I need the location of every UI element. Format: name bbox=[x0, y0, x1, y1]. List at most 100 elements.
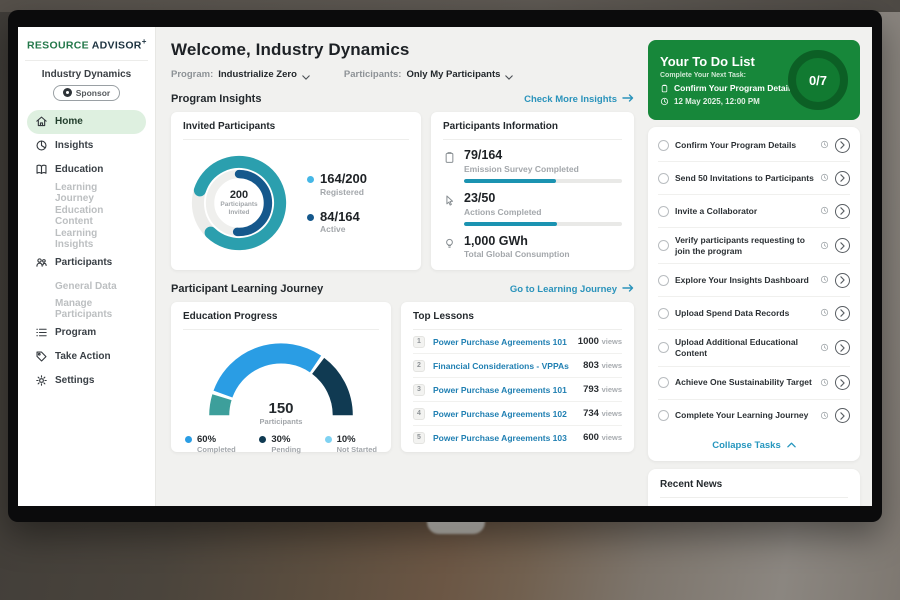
sidebar-item-insights[interactable]: Insights bbox=[27, 134, 146, 158]
sidebar-item-manage-participants[interactable]: Manage Participants bbox=[27, 298, 146, 321]
sidebar-item-program[interactable]: Program bbox=[27, 321, 146, 345]
lesson-rank: 5 bbox=[413, 432, 425, 444]
sidebar-item-education[interactable]: Education bbox=[27, 158, 146, 182]
task-label[interactable]: Upload Additional Educational Content bbox=[675, 337, 814, 358]
task-label[interactable]: Upload Spend Data Records bbox=[675, 308, 814, 319]
sidebar-item-education-content[interactable]: Education Content bbox=[27, 205, 146, 228]
task-go-button[interactable] bbox=[835, 306, 850, 321]
sidebar-item-label: Learning Insights bbox=[55, 228, 138, 250]
legend-pending: 30% Pending bbox=[259, 434, 301, 454]
task-label[interactable]: Confirm Your Program Details bbox=[675, 140, 814, 151]
lesson-views-suffix: views bbox=[602, 361, 622, 370]
program-list-icon bbox=[35, 326, 48, 339]
invited-participants-donut-chart: 200 Participants Invited bbox=[183, 147, 295, 259]
go-to-learning-journey-label: Go to Learning Journey bbox=[510, 284, 617, 295]
task-go-button[interactable] bbox=[835, 204, 850, 219]
lesson-views-suffix: views bbox=[602, 385, 622, 394]
donut-center-value: 200 bbox=[230, 189, 248, 201]
task-go-button[interactable] bbox=[835, 273, 850, 288]
chevron-down-icon bbox=[302, 72, 310, 77]
active-value: 84/164 bbox=[320, 210, 360, 224]
task-checkbox[interactable] bbox=[658, 240, 669, 251]
lesson-link[interactable]: Financial Considerations - VPPAs bbox=[433, 361, 575, 371]
task-go-button[interactable] bbox=[835, 238, 850, 253]
education-book-icon bbox=[35, 163, 48, 176]
top-lessons-card: Top Lessons 1 Power Purchase Agreements … bbox=[401, 302, 634, 452]
task-label[interactable]: Complete Your Learning Journey bbox=[675, 410, 814, 421]
pending-dot-icon bbox=[259, 436, 266, 443]
registered-value: 164/200 bbox=[320, 172, 367, 186]
task-go-button[interactable] bbox=[835, 138, 850, 153]
task-checkbox[interactable] bbox=[658, 275, 669, 286]
sidebar-item-settings[interactable]: Settings bbox=[27, 369, 146, 393]
task-row: Achieve One Sustainability Target bbox=[658, 367, 850, 400]
go-to-learning-journey-link[interactable]: Go to Learning Journey bbox=[510, 284, 634, 295]
lesson-link[interactable]: Power Purchase Agreements 101 bbox=[433, 385, 575, 395]
check-more-insights-link[interactable]: Check More Insights bbox=[524, 94, 634, 105]
task-row: Upload Additional Educational Content bbox=[658, 330, 850, 366]
task-checkbox[interactable] bbox=[658, 308, 669, 319]
registered-label: Registered bbox=[320, 187, 367, 197]
lesson-row: 4 Power Purchase Agreements 102 734 view… bbox=[413, 402, 622, 426]
sidebar-item-general-data[interactable]: General Data bbox=[27, 275, 146, 298]
clock-icon bbox=[820, 339, 829, 357]
task-checkbox[interactable] bbox=[658, 410, 669, 421]
task-go-button[interactable] bbox=[835, 375, 850, 390]
actions-completed-label: Actions Completed bbox=[464, 207, 622, 217]
todo-subtitle: Complete Your Next Task: bbox=[660, 72, 780, 79]
task-label[interactable]: Send 50 Invitations to Participants bbox=[675, 173, 814, 184]
dashboard-screen: RESOURCE ADVISOR+ Industry Dynamics Spon… bbox=[18, 27, 872, 506]
org-name: Industry Dynamics bbox=[27, 69, 146, 80]
registered-dot-icon bbox=[307, 176, 314, 183]
task-go-button[interactable] bbox=[835, 340, 850, 355]
task-checkbox[interactable] bbox=[658, 173, 669, 184]
sidebar-item-home[interactable]: Home bbox=[27, 110, 146, 134]
program-filter-value: Industrialize Zero bbox=[218, 69, 297, 80]
task-checkbox[interactable] bbox=[658, 206, 669, 217]
insights-icon bbox=[35, 139, 48, 152]
task-label[interactable]: Verify participants requesting to join t… bbox=[675, 235, 814, 256]
task-row: Send 50 Invitations to Participants bbox=[658, 162, 850, 195]
lesson-views: 793 bbox=[583, 384, 599, 395]
task-label[interactable]: Achieve One Sustainability Target bbox=[675, 377, 814, 388]
education-progress-card: Education Progress 150 Participants bbox=[171, 302, 391, 452]
program-filter-label: Program: bbox=[171, 69, 213, 80]
todo-due-date: 12 May 2025, 12:00 PM bbox=[674, 97, 760, 106]
sidebar-item-label: Program bbox=[55, 327, 96, 338]
top-lessons-title: Top Lessons bbox=[413, 311, 622, 330]
lesson-link[interactable]: Power Purchase Agreements 103 bbox=[433, 433, 575, 443]
sidebar-item-take-action[interactable]: Take Action bbox=[27, 345, 146, 369]
task-checkbox[interactable] bbox=[658, 140, 669, 151]
sidebar-item-label: Participants bbox=[55, 257, 112, 268]
sidebar-item-learning-journey[interactable]: Learning Journey bbox=[27, 182, 146, 205]
todo-tasks-card: Confirm Your Program Details Send 50 Inv… bbox=[648, 127, 860, 461]
sponsor-badge[interactable]: Sponsor bbox=[53, 85, 120, 101]
task-go-button[interactable] bbox=[835, 408, 850, 423]
actions-completed-value: 23/50 bbox=[464, 192, 622, 206]
task-row: Complete Your Learning Journey bbox=[658, 400, 850, 432]
participants-filter[interactable]: Participants: Only My Participants bbox=[344, 69, 514, 80]
chevron-up-icon bbox=[787, 442, 796, 448]
clock-icon bbox=[820, 271, 829, 289]
sidebar-item-participants[interactable]: Participants bbox=[27, 251, 146, 275]
lesson-link[interactable]: Power Purchase Agreements 102 bbox=[433, 409, 575, 419]
participants-filter-value: Only My Participants bbox=[406, 69, 500, 80]
lesson-link[interactable]: Power Purchase Agreements 101 bbox=[433, 337, 570, 347]
task-label[interactable]: Explore Your Insights Dashboard bbox=[675, 275, 814, 286]
task-go-button[interactable] bbox=[835, 171, 850, 186]
home-icon bbox=[35, 115, 48, 128]
collapse-tasks-link[interactable]: Collapse Tasks bbox=[658, 432, 850, 457]
total-consumption-label: Total Global Consumption bbox=[464, 249, 622, 259]
task-checkbox[interactable] bbox=[658, 342, 669, 353]
program-filter[interactable]: Program: Industrialize Zero bbox=[171, 69, 310, 80]
sidebar-nav: Home Insights Education Learning Journey bbox=[27, 110, 146, 393]
lesson-views-suffix: views bbox=[602, 433, 622, 442]
task-checkbox[interactable] bbox=[658, 377, 669, 388]
stat-total-consumption: 1,000 GWh Total Global Consumption bbox=[443, 235, 622, 260]
sidebar-item-learning-insights[interactable]: Learning Insights bbox=[27, 228, 146, 251]
logo-secondary: ADVISOR bbox=[92, 40, 142, 52]
task-label[interactable]: Invite a Collaborator bbox=[675, 206, 814, 217]
sidebar-item-label: Home bbox=[55, 116, 83, 127]
active-dot-icon bbox=[307, 214, 314, 221]
not-started-label: Not Started bbox=[337, 445, 377, 454]
